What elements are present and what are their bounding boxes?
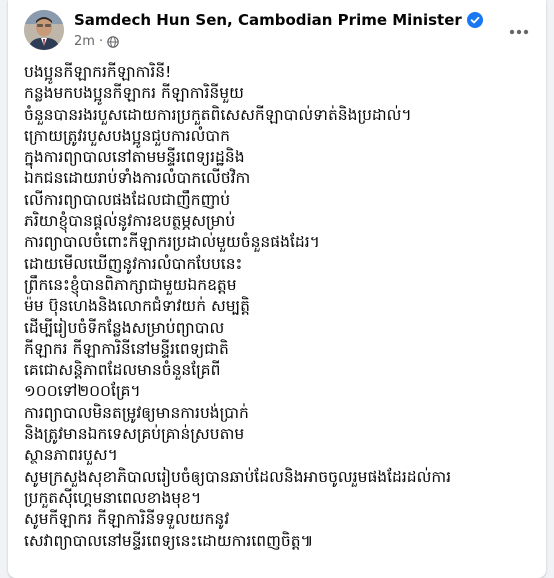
meta-separator: · [98,34,104,49]
post-text-line: ស្ថានភាពរបួស។ [24,446,118,465]
post-text-line: លើការព្យាបាលផងដែលជាញឹកញាប់ [24,190,231,209]
post-text-line: កន្លងមកបងប្អូនកីឡាករ កីឡាការិនីមួយ [24,84,244,103]
post-text-line: គេជោសន្តិភាពដែលមានចំនួនគ្រែពី [24,361,221,380]
post-text-line: ម៉ម ប៊ុនហេងនិងលោកជំទាវយក់ សម្បត្តិ [24,297,251,316]
facebook-post-card: Samdech Hun Sen, Cambodian Prime Ministe… [8,0,546,578]
post-text-line: ភរិយាខ្ញុំបានផ្ដល់នូវការឧបត្ថម្ភសម្រាប់ [24,212,236,231]
verified-badge-icon [466,12,483,28]
post-meta: 2m · [74,34,119,49]
post-text-line: កីឡាករ កីឡាការិនីនៅមន្ទីរពេទ្យជាតិ [24,339,229,358]
post-text-line: និងត្រូវមានឯកទេសគ្រប់គ្រាន់ស្របតាម [24,425,245,444]
post-text-line: សេវាព្យាបាលនៅមន្ទីរពេទ្យនេះដោយការពេញចិត្… [24,531,314,550]
globe-icon[interactable] [107,35,119,48]
post-text-line: ក្រោយត្រូវរបួសបងប្អូនជួបការលំបាក [24,126,231,145]
post-text-line: ១០០ទៅ២០០គ្រែ។ [24,382,141,401]
post-text-line: សូមក្រសួងសុខាភិបាលរៀបចំឲ្យបានឆាប់ដែលនិងអ… [24,467,452,486]
post-text-line: ការព្យាបាលមិនតម្រូវឲ្យមានការបង់ប្រាក់ [24,403,249,422]
post-text-line: ការព្យាបាលចំពោះកីឡាករប្រដាល់មួយចំនួនផងដែ… [24,233,320,252]
author-avatar[interactable] [24,10,64,50]
post-text-line: ក្នុងការព្យាបាលនៅតាមមន្ទីរពេទ្យរដ្ឋនិង [24,148,245,167]
post-message: បងប្អូនកីឡាករកីឡាការិនី! កន្លងមកបងប្អូនក… [24,62,530,552]
post-text-line: ដើម្បីរៀបចំទីកន្លែងសម្រាប់ព្យាបាល [24,318,225,337]
more-options-button[interactable] [504,14,534,44]
post-text-line: ដោយមើលឃើញនូវការលំបាកបែបនេះ [24,254,243,273]
post-text-line: សូមកីឡាករ កីឡាការិនីទទួលយកនូវ [24,510,230,529]
post-text-line: ប្រកួតស៊ីហ្គេមនាពេលខាងមុខ។ [24,488,202,507]
post-text-line: ចំនួនបានរងរបួសដោយការប្រកួតពិសេសកីឡាបាល់ទ… [24,105,412,124]
post-timestamp[interactable]: 2m [74,34,95,49]
post-header: Samdech Hun Sen, Cambodian Prime Ministe… [8,0,546,58]
post-text-line: បងប្អូនកីឡាករកីឡាការិនី! [24,63,172,81]
post-text-line: ព្រឹកនេះខ្ញុំបានពិភាក្សាជាមួយឯកឧត្តម [24,275,237,294]
more-options-icon [509,20,529,39]
author-name[interactable]: Samdech Hun Sen, Cambodian Prime Ministe… [74,11,462,29]
author-name-row: Samdech Hun Sen, Cambodian Prime Ministe… [74,11,483,29]
post-text-line: ឯកជនដោយរាប់ទាំងការលំបាកលើថវិកា [24,169,251,188]
